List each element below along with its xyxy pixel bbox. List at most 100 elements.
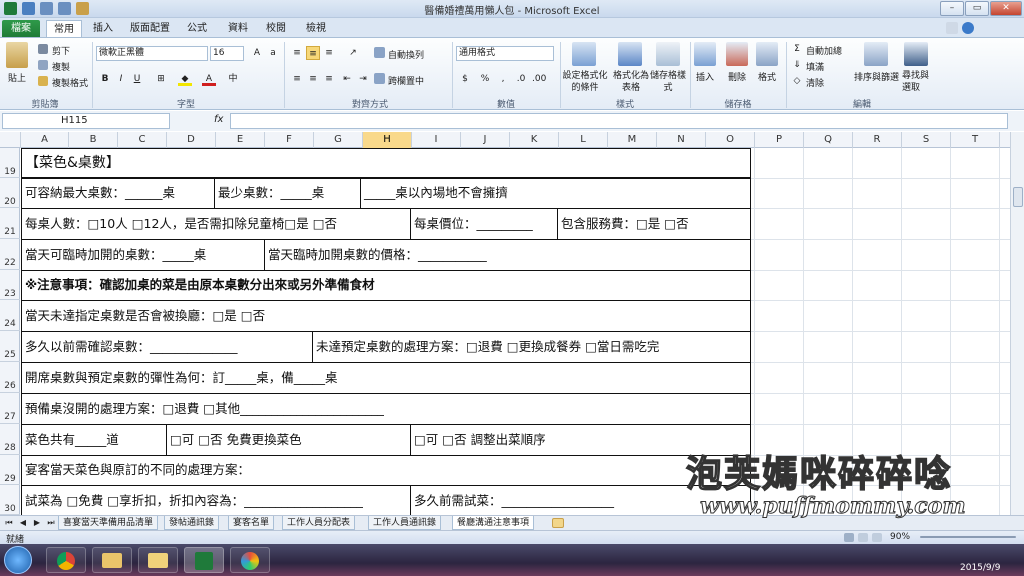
sheet-tab[interactable]: 工作人員分配表 bbox=[282, 516, 356, 530]
percent-icon[interactable]: % bbox=[478, 72, 492, 86]
close-button[interactable]: ✕ bbox=[990, 1, 1022, 16]
tab-home[interactable]: 常用 bbox=[46, 20, 82, 38]
select-all-corner[interactable] bbox=[0, 132, 21, 148]
column-header[interactable]: K bbox=[510, 132, 559, 148]
page-layout-view-icon[interactable] bbox=[858, 533, 868, 542]
cell-shortfall-plan[interactable]: 未達預定桌數的處理方案：□退費 □更換成餐券 □當日需吃完 bbox=[312, 331, 751, 363]
tab-data[interactable]: 資料 bbox=[218, 20, 258, 38]
column-header[interactable]: N bbox=[657, 132, 706, 148]
find-select-button[interactable]: 尋找與選取 bbox=[902, 70, 932, 94]
fill-color-icon[interactable]: ◆ bbox=[178, 72, 192, 86]
conditional-format-icon[interactable] bbox=[572, 42, 596, 66]
cell-dish-count[interactable]: 菜色共有_____道 bbox=[21, 424, 167, 456]
column-header[interactable]: C bbox=[118, 132, 167, 148]
cell-styles-button[interactable]: 儲存格樣式 bbox=[650, 70, 686, 94]
normal-view-icon[interactable] bbox=[844, 533, 854, 542]
column-header[interactable]: T bbox=[951, 132, 1000, 148]
delete-cells-icon[interactable] bbox=[726, 42, 748, 66]
column-header[interactable]: J bbox=[461, 132, 510, 148]
last-sheet-icon[interactable]: ⏭ bbox=[44, 516, 58, 530]
merge-center-button[interactable]: 跨欄置中 bbox=[388, 74, 424, 87]
increase-decimal-icon[interactable]: .0 bbox=[514, 72, 528, 86]
cell-dish-swap[interactable]: □可 □否 免費更換菜色 bbox=[166, 424, 411, 456]
cell-extra-tables[interactable]: 當天可臨時加開的桌數：_____桌 bbox=[21, 239, 265, 271]
row-header[interactable]: 25 bbox=[0, 331, 20, 362]
copy-button[interactable]: 複製 bbox=[52, 60, 70, 73]
cell-tasting-fee[interactable]: 試菜為 □免費 □享折扣，折扣內容為：___________________ bbox=[21, 485, 411, 515]
italic-icon[interactable]: I bbox=[114, 72, 128, 86]
column-header[interactable]: E bbox=[216, 132, 265, 148]
row-header[interactable]: 20 bbox=[0, 178, 20, 208]
paste-button[interactable]: 貼上 bbox=[8, 71, 26, 84]
fx-icon[interactable]: fx bbox=[214, 114, 223, 125]
column-header[interactable]: H bbox=[363, 132, 412, 148]
font-color-icon[interactable]: A bbox=[202, 72, 216, 86]
column-header[interactable]: P bbox=[755, 132, 804, 148]
row-header[interactable]: 23 bbox=[0, 270, 20, 300]
format-painter-icon[interactable] bbox=[38, 76, 48, 86]
copy-icon[interactable] bbox=[38, 60, 48, 70]
cut-button[interactable]: 剪下 bbox=[52, 44, 70, 57]
column-header[interactable]: G bbox=[314, 132, 363, 148]
zoom-level[interactable]: 90% bbox=[890, 532, 910, 542]
paste-icon[interactable] bbox=[6, 42, 28, 68]
align-right-icon[interactable]: ≡ bbox=[322, 72, 336, 86]
borders-icon[interactable]: ⊞ bbox=[154, 72, 168, 86]
cell-crowd-limit[interactable]: _____桌以內場地不會擁擠 bbox=[360, 178, 751, 209]
first-sheet-icon[interactable]: ⏮ bbox=[2, 516, 16, 530]
cell-table-price[interactable]: 每桌價位：_________ bbox=[410, 208, 558, 240]
tab-file[interactable]: 檔案 bbox=[2, 20, 40, 38]
align-left-icon[interactable]: ≡ bbox=[290, 72, 304, 86]
wrap-text-button[interactable]: 自動換列 bbox=[388, 48, 424, 61]
delete-cells-button[interactable]: 刪除 bbox=[728, 70, 746, 83]
new-sheet-icon[interactable] bbox=[552, 518, 564, 528]
sort-filter-button[interactable]: 排序與篩選 bbox=[854, 70, 899, 83]
increase-indent-icon[interactable]: ⇥ bbox=[356, 72, 370, 86]
row-header[interactable]: 19 bbox=[0, 148, 20, 178]
column-header[interactable]: B bbox=[69, 132, 118, 148]
wrap-text-icon[interactable] bbox=[374, 47, 385, 58]
format-cells-icon[interactable] bbox=[756, 42, 778, 66]
column-header[interactable]: F bbox=[265, 132, 314, 148]
column-header[interactable]: Q bbox=[804, 132, 853, 148]
sheet-tab[interactable]: 發帖通訊錄 bbox=[164, 516, 220, 530]
clear-button[interactable]: 清除 bbox=[806, 76, 824, 89]
tab-view[interactable]: 檢視 bbox=[298, 20, 334, 38]
row-header[interactable]: 28 bbox=[0, 424, 20, 455]
number-format-select[interactable]: 通用格式 bbox=[456, 46, 554, 61]
minimize-button[interactable]: – bbox=[940, 1, 964, 16]
font-size-select[interactable]: 16 bbox=[210, 46, 244, 61]
find-select-icon[interactable] bbox=[904, 42, 928, 66]
row-header[interactable]: 27 bbox=[0, 393, 20, 424]
cell-dish-diff-plan[interactable]: 宴客當天菜色與原訂的不同的處理方案： bbox=[21, 455, 751, 486]
autosum-button[interactable]: 自動加總 bbox=[806, 44, 842, 57]
tab-page-layout[interactable]: 版面配置 bbox=[124, 20, 176, 38]
currency-icon[interactable]: $ bbox=[458, 72, 472, 86]
font-name-select[interactable]: 微軟正黑體 bbox=[96, 46, 208, 61]
paint-taskbar-icon[interactable] bbox=[230, 547, 270, 573]
clear-icon[interactable]: ◇ bbox=[790, 74, 804, 88]
tab-review[interactable]: 校閱 bbox=[258, 20, 294, 38]
sheet-tab-active[interactable]: 餐廳溝通注意事項 bbox=[452, 516, 535, 530]
column-header[interactable]: M bbox=[608, 132, 657, 148]
cell-notice[interactable]: ※注意事項：確認加桌的菜是由原本桌數分出來或另外準備食材 bbox=[21, 270, 751, 301]
explorer-taskbar-icon[interactable] bbox=[92, 547, 132, 573]
tab-formulas[interactable]: 公式 bbox=[180, 20, 214, 38]
row-header[interactable]: 22 bbox=[0, 239, 20, 270]
underline-icon[interactable]: U bbox=[130, 72, 144, 86]
insert-cells-button[interactable]: 插入 bbox=[696, 70, 714, 83]
start-button-icon[interactable] bbox=[4, 546, 32, 574]
page-break-view-icon[interactable] bbox=[872, 533, 882, 542]
cell-max-tables[interactable]: 可容納最大桌數：______桌 bbox=[21, 178, 215, 209]
cell-people-per-table[interactable]: 每桌人數：□10人 □12人，是否需扣除兒童椅□是 □否 bbox=[21, 208, 411, 240]
cell-confirm-deadline[interactable]: 多久以前需確認桌數：______________ bbox=[21, 331, 313, 363]
format-painter-button[interactable]: 複製格式 bbox=[52, 76, 88, 89]
tab-insert[interactable]: 插入 bbox=[86, 20, 120, 38]
cell-extra-table-price[interactable]: 當天臨時加開桌數的價格：___________ bbox=[264, 239, 751, 271]
column-header[interactable]: D bbox=[167, 132, 216, 148]
row-header[interactable]: 30 bbox=[0, 485, 20, 515]
row-header[interactable]: 24 bbox=[0, 300, 20, 331]
cell-flexibility[interactable]: 開席桌數與預定桌數的彈性為何：訂_____桌，備_____桌 bbox=[21, 362, 751, 394]
sort-filter-icon[interactable] bbox=[864, 42, 888, 66]
format-as-table-button[interactable]: 格式化為表格 bbox=[612, 70, 650, 94]
